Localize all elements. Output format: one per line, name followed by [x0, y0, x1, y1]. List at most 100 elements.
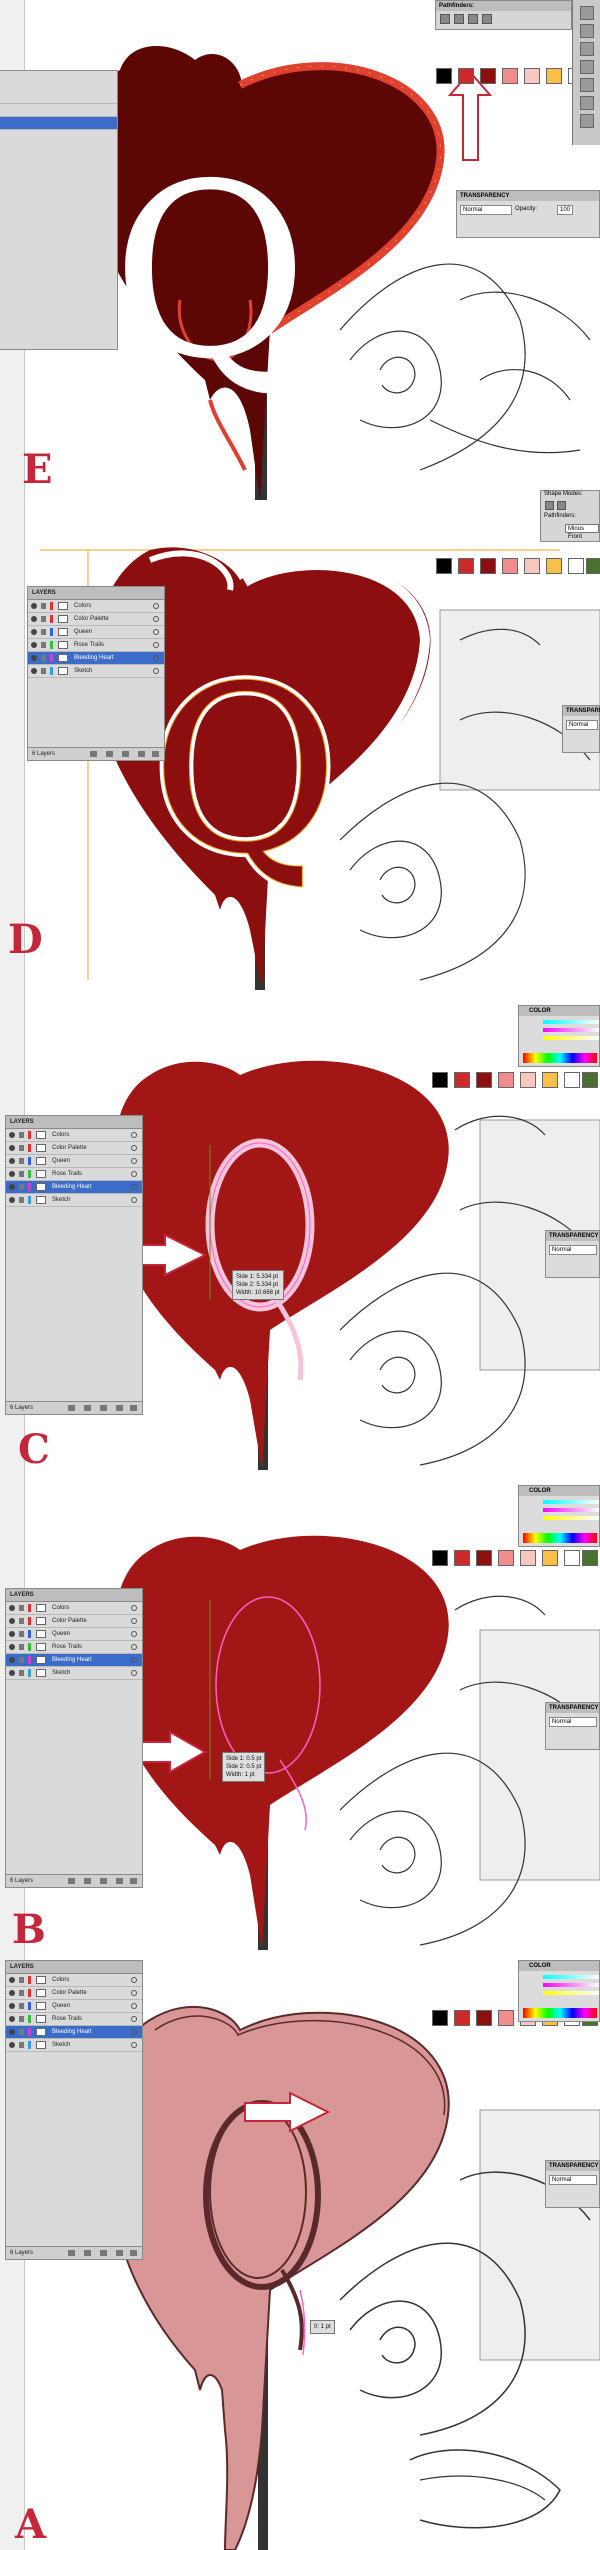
swatch-green[interactable] — [582, 1550, 598, 1566]
swatch-red[interactable] — [458, 558, 474, 574]
layer-name: Bleeding Heart — [74, 655, 114, 661]
swatch-dark-red[interactable] — [480, 558, 496, 574]
swatch-yellow[interactable] — [546, 68, 562, 84]
new-layer-icon[interactable] — [116, 1878, 123, 1884]
opacity-value-field[interactable]: 100 — [557, 205, 573, 215]
locate-object-icon[interactable] — [68, 2250, 75, 2256]
swatch-black[interactable] — [436, 558, 452, 574]
swatch-salmon[interactable] — [502, 558, 518, 574]
tool-icon-1[interactable] — [580, 6, 594, 20]
delete-layer-icon[interactable] — [152, 751, 159, 757]
new-sublayer-icon[interactable] — [122, 751, 129, 757]
pathfinder-intersect-icon[interactable] — [468, 14, 478, 24]
blend-mode-dropdown[interactable]: Normal — [549, 1717, 597, 1727]
step-e-selected-layer-row[interactable] — [0, 117, 117, 130]
swatch-green[interactable] — [582, 1072, 598, 1088]
right-toolbox — [572, 0, 600, 145]
swatch-dark-red[interactable] — [476, 2010, 492, 2026]
clipping-mask-icon[interactable] — [106, 751, 113, 757]
pathfinder-minus-front-icon[interactable] — [454, 14, 464, 24]
tool-icon-4[interactable] — [580, 60, 594, 74]
shape-mode-minus-icon[interactable] — [557, 501, 566, 510]
tool-icon-6[interactable] — [580, 96, 594, 110]
color-spectrum[interactable] — [523, 1053, 597, 1063]
new-layer-icon[interactable] — [116, 1405, 123, 1411]
step-b-layers-tab[interactable]: LAYERS — [6, 1589, 142, 1602]
step-d-layers-tab[interactable]: LAYERS — [28, 587, 164, 600]
step-d-label: D — [8, 916, 43, 963]
layer-name: Queen — [74, 629, 93, 635]
delete-layer-icon[interactable] — [130, 1878, 137, 1884]
new-sublayer-icon[interactable] — [100, 1878, 107, 1884]
swatch-black[interactable] — [436, 68, 452, 84]
swatch-pink[interactable] — [524, 558, 540, 574]
swatch-green[interactable] — [586, 558, 600, 574]
swatch-yellow[interactable] — [542, 1550, 558, 1566]
swatch-salmon[interactable] — [498, 1072, 514, 1088]
swatch-black[interactable] — [432, 1072, 448, 1088]
new-layer-icon[interactable] — [116, 2250, 123, 2256]
blend-mode-dropdown[interactable]: Normal — [549, 1245, 597, 1255]
blend-mode-dropdown[interactable]: Normal — [460, 205, 512, 215]
layer-name: Colors — [52, 1132, 70, 1138]
tool-icon-5[interactable] — [580, 78, 594, 92]
swatch-white[interactable] — [568, 558, 584, 574]
swatch-red[interactable] — [454, 1072, 470, 1088]
locate-object-icon[interactable] — [90, 751, 97, 757]
pathfinders-label: Pathfinders: — [544, 513, 577, 519]
step-d-transparency-panel: TRANSPARENCY Normal — [562, 705, 600, 753]
layer-name: Rose Trails — [52, 1644, 83, 1650]
swatch-yellow[interactable] — [546, 558, 562, 574]
clipping-mask-icon[interactable] — [84, 1405, 91, 1411]
swatch-pink[interactable] — [520, 1072, 536, 1088]
swatch-black[interactable] — [432, 1550, 448, 1566]
swatch-red[interactable] — [454, 1550, 470, 1566]
step-c-layers-tab[interactable]: LAYERS — [6, 1116, 142, 1129]
shape-mode-unite-icon[interactable] — [545, 501, 554, 510]
swatch-salmon[interactable] — [498, 1550, 514, 1566]
step-a-section: LAYERS Colors Color Palette Queen Rose T… — [0, 1960, 600, 2550]
swatch-salmon[interactable] — [502, 68, 518, 84]
swatch-dark-red[interactable] — [476, 1550, 492, 1566]
swatch-white[interactable] — [564, 1072, 580, 1088]
swatch-dark-red[interactable] — [480, 68, 496, 84]
delete-layer-icon[interactable] — [130, 1405, 137, 1411]
tool-icon-7[interactable] — [580, 114, 594, 128]
new-sublayer-icon[interactable] — [100, 2250, 107, 2256]
readout-side-2: Side 2: 5.334 pt — [236, 1282, 279, 1288]
tool-icon-3[interactable] — [580, 42, 594, 56]
swatch-red[interactable] — [454, 2010, 470, 2026]
swatch-black[interactable] — [432, 2010, 448, 2026]
swatch-salmon[interactable] — [498, 2010, 514, 2026]
color-spectrum[interactable] — [523, 2008, 597, 2018]
new-sublayer-icon[interactable] — [100, 1405, 107, 1411]
tool-icon-2[interactable] — [580, 24, 594, 38]
new-layer-icon[interactable] — [138, 751, 145, 757]
swatch-yellow[interactable] — [542, 1072, 558, 1088]
locate-object-icon[interactable] — [68, 1878, 75, 1884]
swatch-red[interactable] — [458, 68, 474, 84]
color-spectrum[interactable] — [523, 1533, 597, 1543]
swatch-dark-red[interactable] — [476, 1072, 492, 1088]
step-b-transparency-panel: TRANSPARENCY Normal — [545, 1702, 600, 1750]
clipping-mask-icon[interactable] — [84, 1878, 91, 1884]
step-c-label: C — [18, 1426, 50, 1473]
step-c-measure-readout: Side 1: 5.334 pt Side 2: 5.334 pt Width:… — [232, 1270, 284, 1300]
pathfinder-unite-icon[interactable] — [440, 14, 450, 24]
shape-modes-title: Shape Modes: — [544, 491, 583, 497]
clipping-mask-icon[interactable] — [84, 2250, 91, 2256]
delete-layer-icon[interactable] — [130, 2250, 137, 2256]
blend-mode-dropdown[interactable]: Normal — [566, 720, 598, 730]
step-a-layers-tab[interactable]: LAYERS — [6, 1961, 142, 1974]
step-b-label: B — [12, 1906, 46, 1953]
step-c-section: LAYERS Colors Color Palette Queen Rose T… — [0, 1000, 600, 1470]
swatch-white[interactable] — [564, 1550, 580, 1566]
swatch-pink[interactable] — [524, 68, 540, 84]
pathfinder-exclude-icon[interactable] — [482, 14, 492, 24]
layer-name: Queen — [52, 1631, 71, 1637]
locate-object-icon[interactable] — [68, 1405, 75, 1411]
blend-mode-dropdown[interactable]: Normal — [549, 2175, 597, 2185]
color-panel-title: COLOR — [519, 1961, 599, 1971]
step-c-color-panel: COLOR — [518, 1005, 600, 1067]
swatch-pink[interactable] — [520, 1550, 536, 1566]
